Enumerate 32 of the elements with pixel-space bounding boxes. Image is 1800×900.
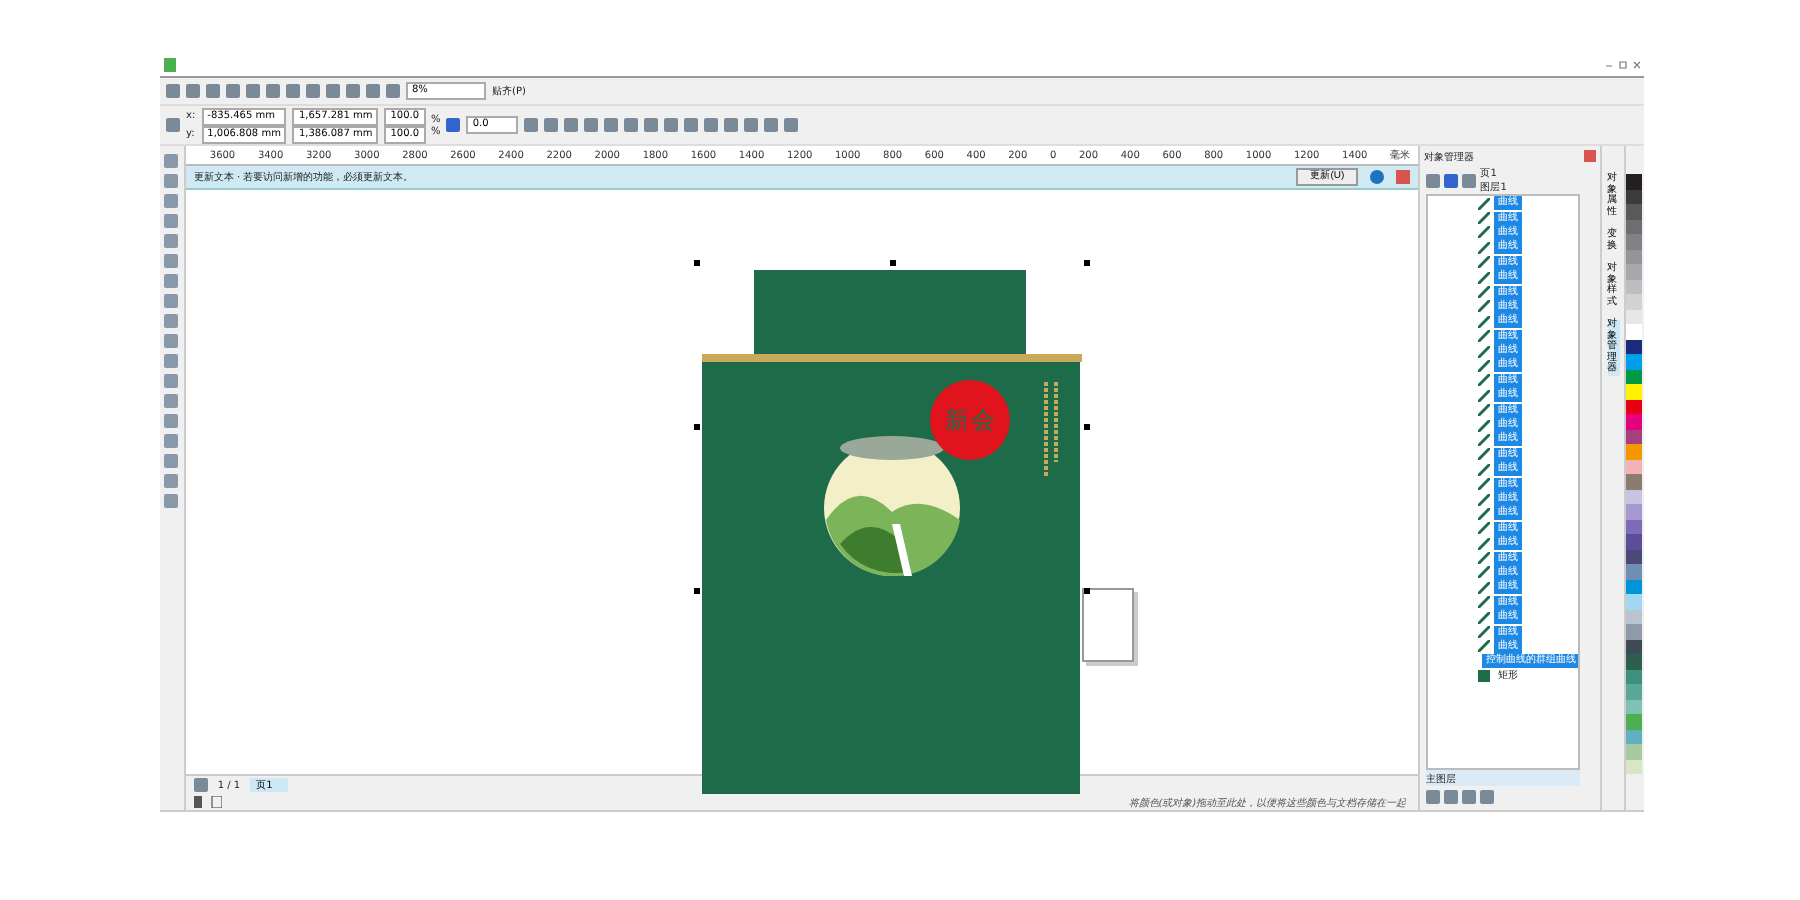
color-swatch[interactable] — [1626, 174, 1643, 189]
color-swatch[interactable] — [1626, 204, 1643, 219]
color-swatch[interactable] — [1626, 384, 1643, 399]
color-swatch[interactable] — [1626, 654, 1643, 669]
color-swatch[interactable] — [1626, 474, 1643, 489]
window-controls-icon — [1604, 60, 1640, 70]
color-swatch[interactable] — [1626, 294, 1643, 309]
color-swatch[interactable] — [1626, 594, 1643, 609]
color-swatch[interactable] — [1626, 564, 1643, 579]
selection-handle[interactable] — [693, 588, 700, 594]
color-swatch[interactable] — [1626, 414, 1643, 429]
color-swatch[interactable] — [1626, 354, 1643, 369]
color-swatch[interactable] — [1626, 264, 1643, 279]
app-logo-icon — [164, 58, 176, 72]
selection-handle[interactable] — [1083, 260, 1090, 266]
color-swatch[interactable] — [1626, 504, 1643, 519]
color-swatch[interactable] — [1626, 324, 1643, 339]
color-tools-icon — [193, 796, 222, 808]
selection-handle[interactable] — [693, 424, 700, 430]
color-swatch[interactable] — [1626, 684, 1643, 699]
color-swatch[interactable] — [1626, 744, 1643, 759]
color-swatch[interactable] — [1626, 444, 1643, 459]
color-swatch[interactable] — [1626, 234, 1643, 249]
blank-rectangle — [1081, 588, 1134, 662]
selection-handle[interactable] — [889, 260, 896, 266]
selection-handle[interactable] — [1083, 424, 1090, 430]
selection-handle[interactable] — [1083, 588, 1090, 594]
selection-handle[interactable] — [693, 260, 700, 266]
rectangle-icon — [1478, 670, 1491, 683]
color-swatch[interactable] — [1626, 714, 1643, 729]
color-swatch[interactable] — [1626, 624, 1643, 639]
color-swatch[interactable] — [1626, 534, 1643, 549]
